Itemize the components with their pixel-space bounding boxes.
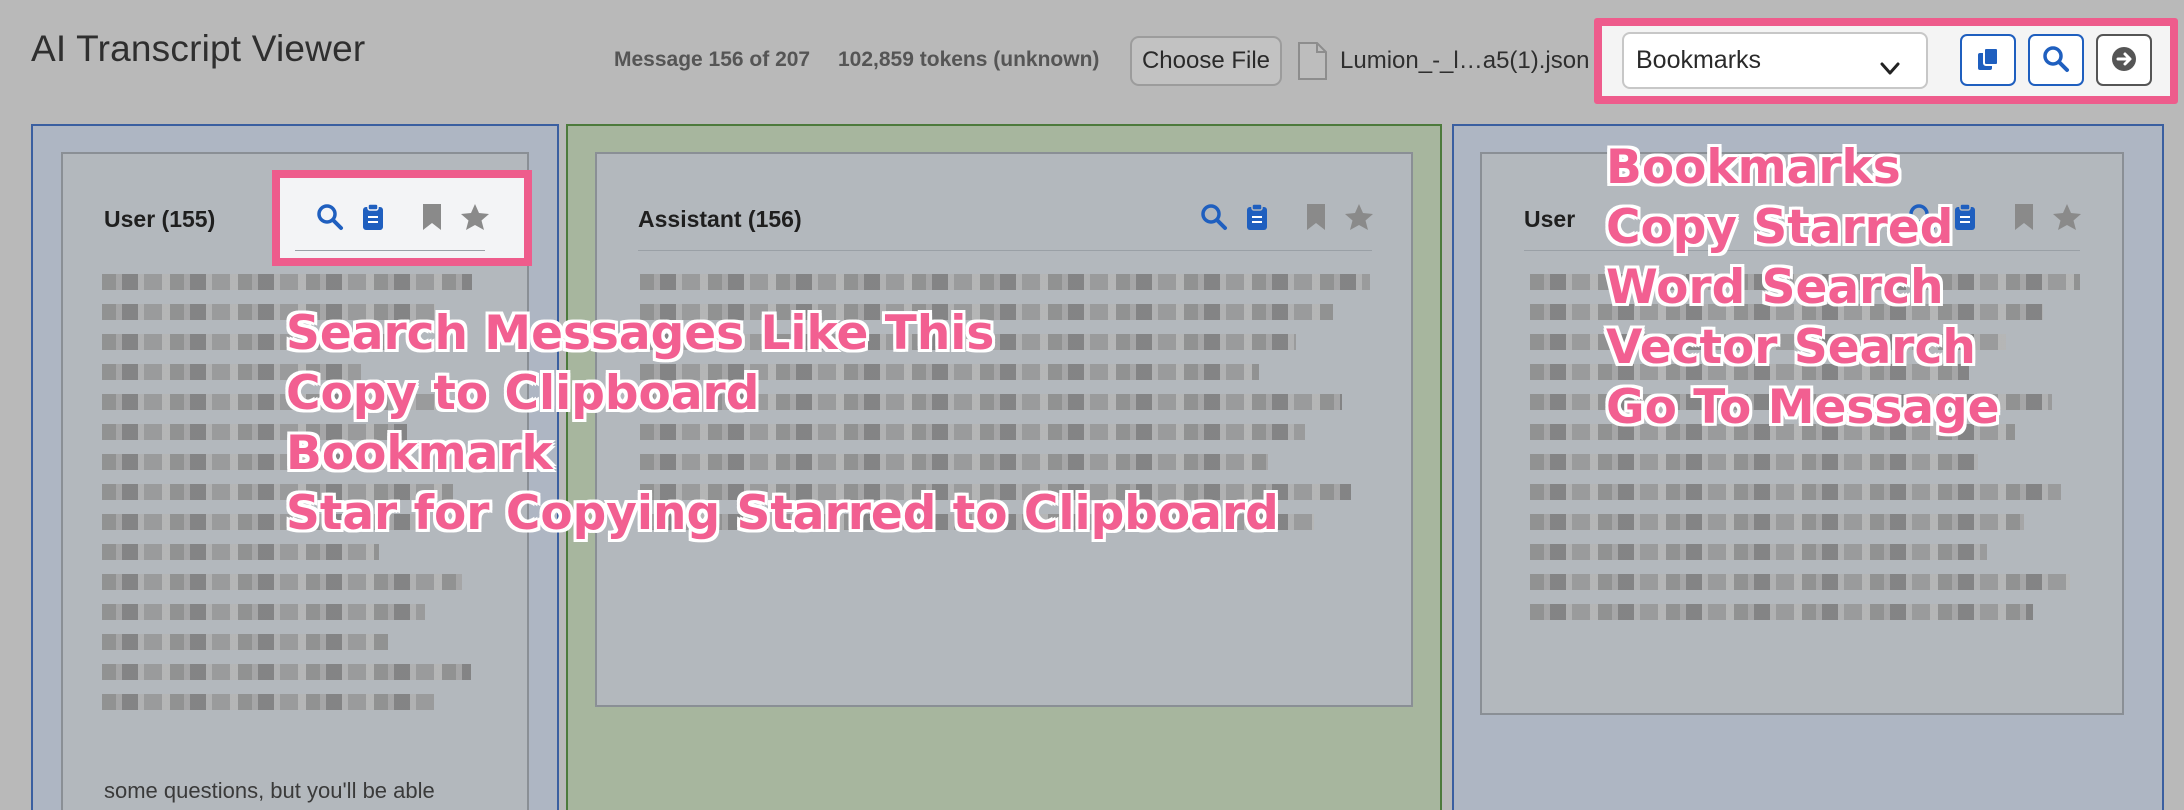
blurred-text-line — [102, 664, 471, 680]
search-icon[interactable] — [1200, 203, 1228, 236]
go-to-arrow-icon — [2110, 45, 2138, 76]
bookmark-icon[interactable] — [422, 203, 442, 236]
annotation-line: Word Search — [1606, 260, 1944, 315]
search-icon — [2042, 45, 2070, 76]
blurred-text-line — [1530, 574, 2070, 590]
annotation-line: Vector Search — [1606, 320, 1976, 375]
blurred-text-line — [102, 574, 462, 590]
annotation-message-actions: Search Messages Like This Copy to Clipbo… — [286, 304, 1279, 544]
annotation-line: Copy Starred — [1606, 200, 1954, 255]
blurred-text-line — [1530, 454, 1978, 470]
file-name: Lumion_-_l…a5(1).json — [1340, 47, 1590, 74]
blurred-text-line — [1530, 484, 2061, 500]
message-actions-assistant-156 — [1200, 203, 1374, 236]
search-icon[interactable] — [316, 203, 344, 236]
navigation-select-value: Bookmarks — [1636, 46, 1762, 74]
blurred-text-line — [1530, 514, 2024, 530]
file-icon — [1297, 42, 1327, 80]
bookmark-icon[interactable] — [2014, 203, 2034, 236]
bookmark-icon[interactable] — [1306, 203, 1326, 236]
app-title: AI Transcript Viewer — [31, 28, 366, 69]
chevron-down-icon — [1880, 54, 1900, 83]
star-icon[interactable] — [2052, 203, 2082, 236]
blurred-text-line — [102, 604, 425, 620]
blurred-text-line — [640, 274, 1370, 290]
message-text-snippet: some questions, but you'll be able — [104, 778, 435, 803]
clipboard-icon[interactable] — [362, 203, 384, 236]
annotation-line: Search Messages Like This — [286, 306, 995, 361]
blurred-text-line — [102, 544, 379, 560]
message-title-assistant-156: Assistant (156) — [638, 206, 802, 232]
token-count: 102,859 tokens (unknown) — [838, 48, 1100, 71]
annotation-line: Bookmark — [286, 426, 553, 481]
blurred-text-line — [1530, 544, 1987, 560]
clipboard-icon[interactable] — [1246, 203, 1268, 236]
star-icon[interactable] — [1344, 203, 1374, 236]
annotation-line: Star for Copying Starred to Clipboard — [286, 486, 1279, 541]
blurred-text-line — [102, 694, 434, 710]
annotation-line: Copy to Clipboard — [286, 366, 760, 421]
divider — [295, 250, 485, 251]
blurred-text-line — [102, 634, 388, 650]
message-actions-user-155 — [316, 203, 490, 236]
annotation-line: Bookmarks — [1606, 140, 1901, 195]
message-title-user-157: User (157) — [1524, 206, 1580, 232]
search-button[interactable] — [2028, 34, 2084, 86]
copy-starred-button[interactable] — [1960, 34, 2016, 86]
star-icon[interactable] — [460, 203, 490, 236]
navigation-select[interactable]: Bookmarks — [1622, 32, 1928, 89]
blurred-text-line — [102, 274, 472, 290]
annotation-line: Go To Message — [1606, 380, 2000, 435]
copy-starred-icon — [1974, 45, 2002, 76]
choose-file-button[interactable]: Choose File — [1130, 36, 1282, 86]
go-to-message-button[interactable] — [2096, 34, 2152, 86]
divider — [638, 250, 1372, 251]
blurred-text-line — [1530, 604, 2033, 620]
annotation-toolbar: Bookmarks Copy Starred Word Search Vecto… — [1606, 138, 2000, 438]
message-counter: Message 156 of 207 — [614, 48, 811, 71]
message-title-user-155: User (155) — [104, 206, 216, 232]
